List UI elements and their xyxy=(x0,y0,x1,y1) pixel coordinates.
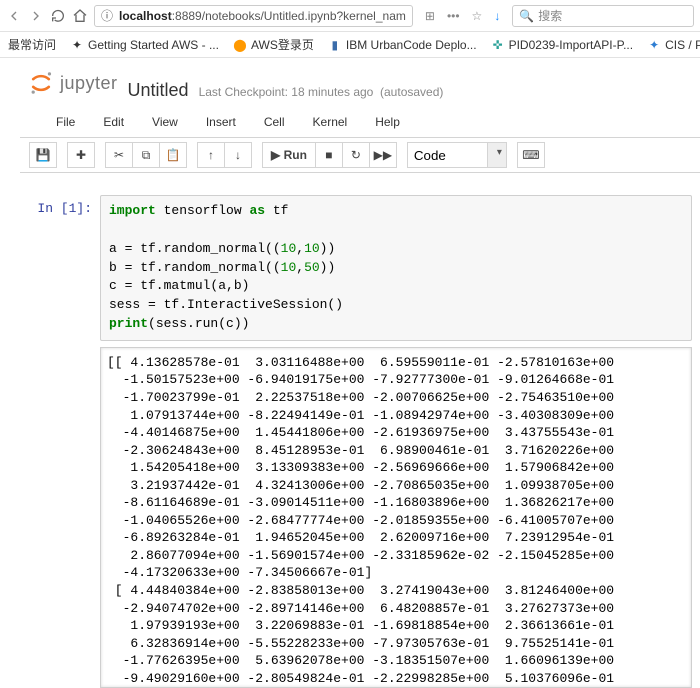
cut-icon: ✂ xyxy=(114,148,124,162)
url-text: localhost:8889/notebooks/Untitled.ipynb?… xyxy=(119,9,406,23)
jira-icon: ✦ xyxy=(647,38,661,52)
save-button[interactable]: 💾 xyxy=(29,142,57,168)
cell-container: In [1]: import tensorflow as tf a = tf.r… xyxy=(20,173,700,688)
menu-cell[interactable]: Cell xyxy=(250,111,299,133)
browser-search[interactable]: 🔍 搜索 xyxy=(512,5,694,27)
keyboard-icon: ⌨ xyxy=(522,148,539,162)
run-button[interactable]: ▶ Run xyxy=(262,142,316,168)
menubar: File Edit View Insert Cell Kernel Help xyxy=(20,105,700,138)
toolbar: 💾 ✚ ✂ ⧉ 📋 ↑ ↓ ▶ Run ■ ↻ ▶▶ Code ⌨ xyxy=(20,138,700,173)
search-icon: 🔍 xyxy=(519,9,534,23)
bookmark-star-icon[interactable]: ☆ xyxy=(472,9,483,23)
more-icon[interactable]: ••• xyxy=(447,9,460,23)
arrow-down-icon: ↓ xyxy=(235,148,241,162)
qr-icon[interactable]: ⊞ xyxy=(425,9,435,23)
paste-icon: 📋 xyxy=(166,148,181,162)
bookmarks-bar: 最常访问 ✦Getting Started AWS - ... ⬤AWS登录页 … xyxy=(0,32,700,58)
menu-edit[interactable]: Edit xyxy=(89,111,138,133)
restart-icon: ↻ xyxy=(351,148,361,162)
insert-cell-button[interactable]: ✚ xyxy=(67,142,95,168)
arrow-up-icon: ↑ xyxy=(208,148,214,162)
aws-icon: ⬤ xyxy=(233,38,247,52)
bookmark-most-visited[interactable]: 最常访问 xyxy=(8,36,56,53)
output-area[interactable]: [[ 4.13628578e-01 3.03116488e+00 6.59559… xyxy=(100,347,692,688)
info-icon: ⓘ xyxy=(101,7,113,24)
jupyter-logo[interactable]: jupyter xyxy=(28,70,118,96)
save-icon: 💾 xyxy=(36,148,51,162)
cell-type-select[interactable]: Code xyxy=(407,142,507,168)
menu-kernel[interactable]: Kernel xyxy=(299,111,362,133)
bookmark-cis[interactable]: ✦CIS / PBC - Agile Boar xyxy=(647,38,700,52)
code-input-area[interactable]: import tensorflow as tf a = tf.random_no… xyxy=(100,195,692,341)
notebook-title[interactable]: Untitled xyxy=(128,80,189,101)
home-icon[interactable] xyxy=(72,8,88,24)
url-bar[interactable]: ⓘ localhost:8889/notebooks/Untitled.ipyn… xyxy=(94,5,413,27)
link-icon: ✜ xyxy=(491,38,505,52)
plus-icon: ✚ xyxy=(76,148,86,162)
menu-view[interactable]: View xyxy=(138,111,192,133)
jupyter-icon xyxy=(28,70,54,96)
checkpoint-text: Last Checkpoint: 18 minutes ago (autosav… xyxy=(199,85,444,99)
stop-button[interactable]: ■ xyxy=(315,142,343,168)
reload-icon[interactable] xyxy=(50,8,66,24)
logo-text: jupyter xyxy=(60,73,118,94)
stop-icon: ■ xyxy=(325,148,332,162)
menu-help[interactable]: Help xyxy=(361,111,414,133)
move-down-button[interactable]: ↓ xyxy=(224,142,252,168)
notebook-header: jupyter Untitled Last Checkpoint: 18 min… xyxy=(20,58,700,105)
command-palette-button[interactable]: ⌨ xyxy=(517,142,545,168)
bookmark-pid[interactable]: ✜PID0239-ImportAPI-P... xyxy=(491,38,634,52)
notebook-app: jupyter Untitled Last Checkpoint: 18 min… xyxy=(0,58,700,688)
forward-icon[interactable] xyxy=(28,8,44,24)
bookmark-aws-start[interactable]: ✦Getting Started AWS - ... xyxy=(70,38,219,52)
back-icon[interactable] xyxy=(6,8,22,24)
code-cell[interactable]: In [1]: import tensorflow as tf a = tf.r… xyxy=(28,195,692,341)
output-text: [[ 4.13628578e-01 3.03116488e+00 6.59559… xyxy=(107,354,685,687)
copy-icon: ⧉ xyxy=(142,148,151,163)
fast-forward-icon: ▶▶ xyxy=(374,148,392,162)
search-placeholder: 搜索 xyxy=(538,7,562,24)
restart-button[interactable]: ↻ xyxy=(342,142,370,168)
bookmark-ibm-ucd[interactable]: ▮IBM UrbanCode Deplo... xyxy=(328,38,477,52)
move-up-button[interactable]: ↑ xyxy=(197,142,225,168)
play-icon: ▶ xyxy=(271,148,280,162)
copy-button[interactable]: ⧉ xyxy=(132,142,160,168)
cut-button[interactable]: ✂ xyxy=(105,142,133,168)
menu-file[interactable]: File xyxy=(42,111,89,133)
input-prompt: In [1]: xyxy=(28,195,100,341)
output-prompt xyxy=(28,341,100,688)
code-text: import tensorflow as tf a = tf.random_no… xyxy=(109,202,683,334)
restart-run-button[interactable]: ▶▶ xyxy=(369,142,397,168)
ibm-icon: ▮ xyxy=(328,38,342,52)
paste-button[interactable]: 📋 xyxy=(159,142,187,168)
download-icon[interactable]: ↓ xyxy=(494,9,500,23)
browser-toolbar: ⓘ localhost:8889/notebooks/Untitled.ipyn… xyxy=(0,0,700,32)
bookmark-aws-login[interactable]: ⬤AWS登录页 xyxy=(233,36,314,53)
aws-icon: ✦ xyxy=(70,38,84,52)
menu-insert[interactable]: Insert xyxy=(192,111,250,133)
